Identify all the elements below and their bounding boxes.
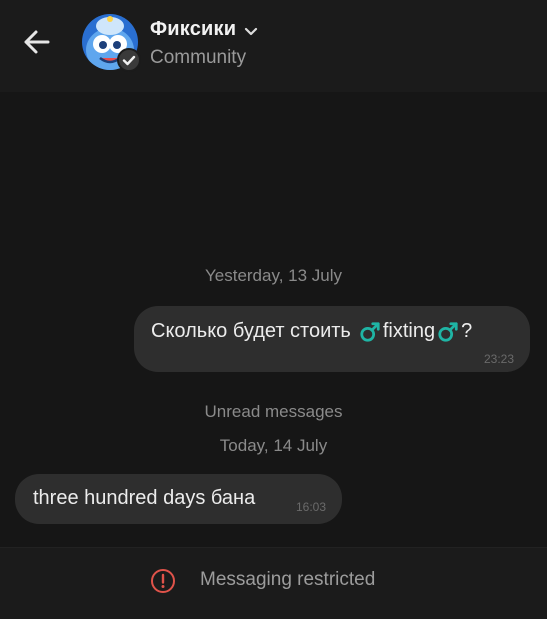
chat-title-button[interactable]: Фиксики	[150, 18, 258, 41]
exclamation-circle-icon	[151, 569, 175, 593]
message-text-part: Сколько будет стоить	[151, 320, 351, 342]
incoming-message-bubble[interactable]: three hundred days бана 16:03	[15, 474, 342, 524]
message-time: 16:03	[295, 500, 326, 514]
date-separator: Today, 14 July	[219, 436, 328, 455]
message-text-part: ?	[461, 320, 473, 342]
chat-subtitle: Community	[150, 47, 247, 68]
messaging-status-bar: Messaging restricted	[0, 547, 547, 619]
chevron-down-icon	[245, 27, 258, 35]
outgoing-message-bubble[interactable]: Сколько будет стоить fixting ? 23:23	[134, 306, 530, 372]
verified-badge	[117, 48, 141, 72]
male-sign-emoji	[438, 321, 458, 342]
message-text-part: fixting	[382, 320, 436, 342]
male-sign-emoji	[360, 321, 380, 342]
date-separator: Yesterday, 13 July	[204, 266, 343, 285]
arrow-left-icon	[24, 30, 50, 54]
checkmark-icon	[122, 55, 136, 66]
back-button[interactable]	[18, 24, 58, 60]
message-time: 23:23	[483, 352, 514, 366]
messaging-restricted-label: Messaging restricted	[200, 569, 376, 590]
message-text: Сколько будет стоить fixting ?	[151, 320, 472, 343]
unread-messages-divider: Unread messages	[204, 402, 343, 421]
chat-title: Фиксики	[150, 18, 237, 40]
message-text: three hundred days бана	[33, 487, 256, 509]
chat-header: Фиксики Community	[0, 0, 547, 92]
message-list[interactable]: Yesterday, 13 July Сколько будет стоить …	[0, 92, 547, 547]
